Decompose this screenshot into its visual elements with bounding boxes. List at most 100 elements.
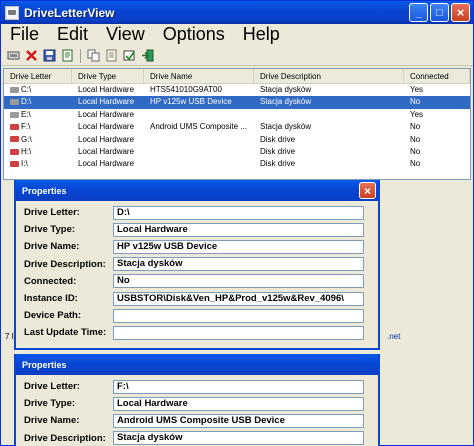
column-drive-letter[interactable]: Drive Letter [4,69,72,83]
drive-type-cell: Local Hardware [72,109,144,121]
drive-letter-cell-text: I:\ [21,159,28,169]
property-row: Drive Letter: F:\ [16,378,378,395]
properties-icon[interactable] [61,49,74,62]
dialog-close-button[interactable]: × [359,182,376,199]
copy-html-icon[interactable] [87,49,100,62]
copy-text-icon[interactable] [105,49,118,62]
drive-letter-cell: C:\ [4,84,72,96]
drive-type-cell-text: Local Hardware [78,85,135,94]
property-row: Drive Name: Android UMS Composite USB Dev… [16,412,378,429]
property-row: Drive Description: Stacja dysków [16,430,378,446]
table-row[interactable]: I:\ Local Hardware Disk drive No [4,158,470,170]
drive-letter-cell-text: G:\ [21,134,32,144]
title-bar[interactable]: DriveLetterView _ □ × [1,1,473,24]
table-row[interactable]: C:\ Local Hardware HTS541010G9AT00 Stacja d… [4,84,470,96]
connected-cell: No [404,146,470,158]
drive-icon [10,99,19,106]
property-value-field[interactable]: F:\ [113,379,364,394]
column-connected[interactable]: Connected [404,69,470,83]
drive-type-cell: Local Hardware [72,121,144,133]
drive-description-cell: Stacja dysków [254,84,404,96]
drive-name-cell: HTS541010G9AT00 [144,84,254,96]
property-value-field[interactable]: Stacja dysków [113,431,364,446]
dialog-body: Drive Letter: F:\ Drive Type: Local Hardwar… [16,375,378,446]
table-row[interactable]: E:\ Local Hardware Yes [4,109,470,121]
column-drive-type[interactable]: Drive Type [72,69,144,83]
drive-description-cell: Stacja dysków [254,96,404,108]
drive-type-cell-text: Local Hardware [78,159,135,169]
table-row[interactable]: H:\ Local Hardware Disk drive No [4,146,470,158]
maximize-button[interactable]: □ [430,3,449,22]
property-value-field[interactable]: No [113,274,364,289]
property-label: Drive Name: [24,241,80,253]
drive-icon [10,161,19,168]
drive-type-cell: Local Hardware [72,146,144,158]
status-link[interactable]: .net [387,332,400,341]
close-button[interactable]: × [451,3,470,22]
menu-help[interactable]: Help [234,24,289,45]
drive-letter-cell: G:\ [4,134,72,146]
drive-name-cell [144,134,254,146]
drive-description-cell: Disk drive [254,146,404,158]
status-count: 7 I [5,332,14,341]
property-label: Instance ID: [24,293,78,305]
property-label: Drive Type: [24,398,76,410]
column-drive-description[interactable]: Drive Description [254,69,404,83]
delete-icon[interactable] [25,49,38,62]
drive-description-cell-text: Disk drive [260,134,296,144]
property-value-field[interactable]: Local Hardware [113,222,364,237]
property-row: Instance ID: USBSTOR\Disk&Ven_HP&Prod_v12… [16,290,378,307]
drive-letter-cell-text: E:\ [21,109,31,119]
property-value-field[interactable]: Android UMS Composite USB Device [113,413,364,428]
minimize-button[interactable]: _ [409,3,428,22]
menu-file[interactable]: File [1,24,48,45]
connected-cell-text: Yes [410,85,424,94]
drive-description-cell: Disk drive [254,158,404,170]
connected-cell-text: No [410,159,421,169]
drive-name-cell-text: HP v125w USB Device [150,97,232,107]
list-body: C:\ Local Hardware HTS541010G9AT00 Stacja d… [4,84,470,171]
property-label: Drive Type: [24,224,76,236]
exit-icon[interactable] [141,49,154,62]
connected-cell: No [404,96,470,108]
drive-type-cell: Local Hardware [72,134,144,146]
property-label: Device Path: [24,310,82,322]
drive-icon [10,111,19,118]
table-row[interactable]: F:\ Local Hardware Android UMS Composite .… [4,121,470,133]
list-header: Drive Letter Drive Type Drive Name Drive… [4,69,470,84]
connected-cell-text: Yes [410,109,424,119]
table-row[interactable]: D:\ Local Hardware HP v125w USB Device Stac… [4,96,470,109]
property-row: Drive Description: Stacja dysków [16,256,378,273]
property-value-field[interactable]: USBSTOR\Disk&Ven_HP&Prod_v125w&Rev_4096\ [113,291,364,306]
drive-type-cell: Local Hardware [72,158,144,170]
dialog-title-bar[interactable]: Properties × [16,180,378,201]
dialog-title-bar[interactable]: Properties [16,354,378,375]
property-value-field[interactable]: Stacja dysków [113,257,364,272]
property-value-field[interactable]: HP v125w USB Device [113,239,364,254]
drive-name-cell-text: HTS541010G9AT00 [150,85,222,94]
save-icon[interactable] [43,49,56,62]
property-value-field[interactable] [113,308,364,323]
drive-letter-cell: H:\ [4,146,72,158]
table-row[interactable]: G:\ Local Hardware Disk drive No [4,134,470,146]
drive-letter-cell: I:\ [4,158,72,170]
connected-cell-text: No [410,97,421,107]
property-value-field[interactable] [113,325,364,340]
refresh-icon[interactable] [123,49,136,62]
drive-name-cell [144,158,254,170]
menu-view[interactable]: View [97,24,154,45]
copy-icon[interactable] [7,49,20,62]
property-value-field[interactable]: D:\ [113,205,364,220]
connected-cell: No [404,121,470,133]
drive-list[interactable]: Drive Letter Drive Type Drive Name Drive… [3,68,471,180]
menu-edit[interactable]: Edit [48,24,97,45]
drive-type-cell: Local Hardware [72,96,144,108]
property-value-field[interactable]: Local Hardware [113,396,364,411]
menu-options[interactable]: Options [154,24,234,45]
drive-type-cell-text: Local Hardware [78,134,135,144]
property-label: Drive Description: [24,258,106,270]
drive-description-cell-text: Stacja dysków [260,85,312,94]
column-drive-name[interactable]: Drive Name [144,69,254,83]
property-row: Device Path: [16,307,378,324]
connected-cell-text: No [410,134,421,144]
